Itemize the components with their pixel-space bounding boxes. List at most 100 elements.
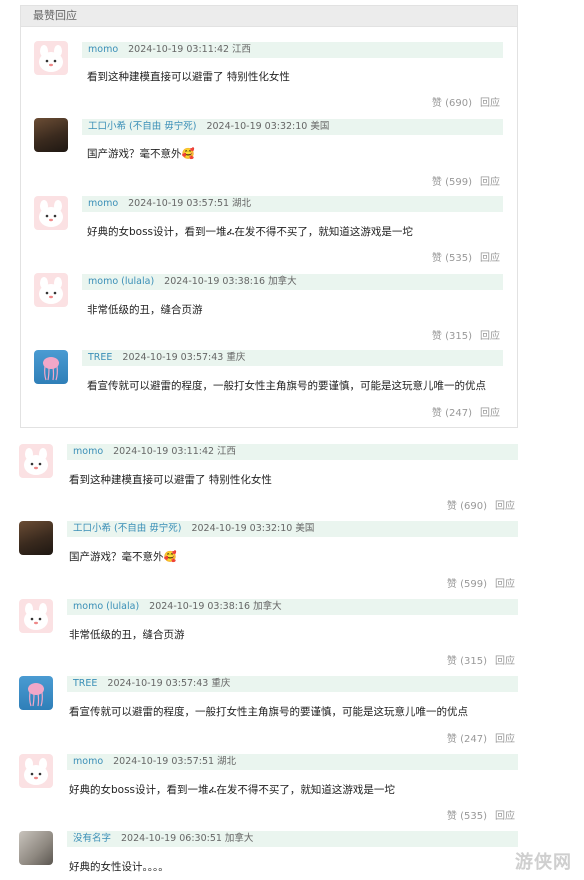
location: 湖北 <box>217 756 237 767</box>
username-link[interactable]: 工口小希 (不自由 毋宁死) <box>73 523 181 534</box>
comment-meta: momo (lulala) 2024-10-19 03:38:16 加拿大 <box>82 274 503 290</box>
timestamp: 2024-10-19 03:32:10 <box>191 523 293 534</box>
timestamp: 2024-10-19 03:57:43 <box>122 352 224 363</box>
location: 江西 <box>232 44 252 55</box>
like-label: 赞 <box>431 408 442 419</box>
comment-text: 国产游戏？毫不意外🥰 <box>69 551 177 563</box>
timestamp: 2024-10-19 03:57:51 <box>128 198 230 209</box>
like-label: 赞 <box>431 253 442 264</box>
like-count: (599) <box>460 579 487 590</box>
cat-avatar[interactable] <box>19 831 53 865</box>
reply-button[interactable]: 回应 <box>495 811 515 822</box>
comment-actions: 赞 (315) 回应 <box>439 655 515 669</box>
comment-text: 看到这种建模直接可以避雷了 特别性化女性 <box>69 474 272 486</box>
comment-meta: TREE 2024-10-19 03:57:43 重庆 <box>67 676 518 692</box>
pink-bunny-avatar[interactable] <box>19 754 53 788</box>
username-link[interactable]: TREE <box>88 352 112 363</box>
like-button[interactable]: 赞 (690) <box>447 501 487 512</box>
reply-button[interactable]: 回应 <box>480 253 500 264</box>
like-button[interactable]: 赞 (599) <box>432 177 472 188</box>
like-label: 赞 <box>446 734 457 745</box>
username-link[interactable]: momo <box>73 446 103 457</box>
timestamp: 2024-10-19 03:57:43 <box>107 678 209 689</box>
username-link[interactable]: momo <box>88 44 118 55</box>
like-button[interactable]: 赞 (315) <box>432 331 472 342</box>
like-label: 赞 <box>446 811 457 822</box>
comment-text: 好典的女性设计。。。。 <box>69 861 169 873</box>
location: 重庆 <box>226 352 246 363</box>
pink-bunny-avatar[interactable] <box>34 273 68 307</box>
reply-button[interactable]: 回应 <box>495 579 515 590</box>
comment-text: 非常低级的丑，缝合页游 <box>87 304 203 316</box>
comment-text: 国产游戏？毫不意外🥰 <box>87 148 195 160</box>
username-link[interactable]: momo <box>88 198 118 209</box>
jellyfish-avatar[interactable] <box>19 676 53 710</box>
location: 重庆 <box>211 678 231 689</box>
like-button[interactable]: 赞 (247) <box>432 408 472 419</box>
like-label: 赞 <box>446 501 457 512</box>
comment-actions: 赞 (690) 回应 <box>439 500 515 514</box>
username-link[interactable]: 工口小希 (不自由 毋宁死) <box>88 121 196 132</box>
location: 江西 <box>217 446 237 457</box>
comment-actions: 赞 (247) 回应 <box>439 733 515 747</box>
comment-actions: 赞 (535) 回应 <box>424 252 500 266</box>
reply-button[interactable]: 回应 <box>480 408 500 419</box>
pink-bunny-avatar[interactable] <box>19 599 53 633</box>
location: 加拿大 <box>253 601 282 612</box>
like-count: (535) <box>445 253 472 264</box>
like-count: (690) <box>445 98 472 109</box>
comment-actions: 赞 (599) 回应 <box>424 176 500 190</box>
like-button[interactable]: 赞 (247) <box>447 734 487 745</box>
comment-text: 看宣传就可以避雷的程度，一般打女性主角旗号的要谨慎，可能是这玩意儿唯一的优点 <box>69 706 468 718</box>
like-count: (599) <box>445 177 472 188</box>
comment-text: 非常低级的丑，缝合页游 <box>69 629 185 641</box>
like-label: 赞 <box>431 331 442 342</box>
photo-avatar[interactable] <box>34 118 68 152</box>
timestamp: 2024-10-19 03:57:51 <box>113 756 215 767</box>
username-link[interactable]: momo (lulala) <box>88 276 154 287</box>
like-label: 赞 <box>446 656 457 667</box>
location: 美国 <box>295 523 315 534</box>
jellyfish-avatar[interactable] <box>34 350 68 384</box>
username-link[interactable]: 没有名字 <box>73 833 111 844</box>
comment-text: 好典的女boss设计，看到一堆ፈ在发不得不买了，就知道这游戏是一坨 <box>87 226 413 238</box>
comment-text: 看宣传就可以避雷的程度，一般打女性主角旗号的要谨慎，可能是这玩意儿唯一的优点 <box>87 380 486 392</box>
reply-button[interactable]: 回应 <box>495 734 515 745</box>
pink-bunny-avatar[interactable] <box>34 41 68 75</box>
like-button[interactable]: 赞 (690) <box>432 98 472 109</box>
like-label: 赞 <box>431 98 442 109</box>
like-button[interactable]: 赞 (599) <box>447 579 487 590</box>
photo-avatar[interactable] <box>19 521 53 555</box>
pink-bunny-avatar[interactable] <box>19 444 53 478</box>
like-button[interactable]: 赞 (535) <box>447 811 487 822</box>
username-link[interactable]: TREE <box>73 678 97 689</box>
comment-meta: 没有名字 2024-10-19 06:30:51 加拿大 <box>67 831 518 847</box>
comment-meta: momo 2024-10-19 03:11:42 江西 <box>67 444 518 460</box>
like-count: (315) <box>445 331 472 342</box>
like-count: (535) <box>460 811 487 822</box>
reply-button[interactable]: 回应 <box>495 501 515 512</box>
comment-meta: momo (lulala) 2024-10-19 03:38:16 加拿大 <box>67 599 518 615</box>
location: 美国 <box>310 121 330 132</box>
like-count: (247) <box>445 408 472 419</box>
reply-button[interactable]: 回应 <box>480 177 500 188</box>
comment-meta: momo 2024-10-19 03:57:51 湖北 <box>82 196 503 212</box>
hot-comments-title: 最赞回应 <box>21 6 517 27</box>
location: 加拿大 <box>268 276 297 287</box>
comment-actions: 赞 (535) 回应 <box>439 810 515 824</box>
reply-button[interactable]: 回应 <box>480 98 500 109</box>
like-button[interactable]: 赞 (315) <box>447 656 487 667</box>
username-link[interactable]: momo <box>73 756 103 767</box>
reply-button[interactable]: 回应 <box>495 656 515 667</box>
comment-text: 好典的女boss设计，看到一堆ፈ在发不得不买了，就知道这游戏是一坨 <box>69 784 395 796</box>
comment-actions: 赞 (247) 回应 <box>424 407 500 421</box>
like-button[interactable]: 赞 (535) <box>432 253 472 264</box>
comment-actions: 赞 (690) 回应 <box>424 97 500 111</box>
comment-meta: 工口小希 (不自由 毋宁死) 2024-10-19 03:32:10 美国 <box>67 521 518 537</box>
comment-actions: 赞 (599) 回应 <box>439 578 515 592</box>
comment-meta: momo 2024-10-19 03:57:51 湖北 <box>67 754 518 770</box>
pink-bunny-avatar[interactable] <box>34 196 68 230</box>
comment-meta: 工口小希 (不自由 毋宁死) 2024-10-19 03:32:10 美国 <box>82 119 503 135</box>
reply-button[interactable]: 回应 <box>480 331 500 342</box>
username-link[interactable]: momo (lulala) <box>73 601 139 612</box>
